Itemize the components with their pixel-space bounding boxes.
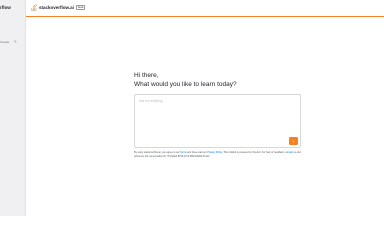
sidebar-brand[interactable]: rflow <box>0 5 11 10</box>
logo[interactable]: stackoverflow.ai beta <box>31 4 86 11</box>
sidebar-item-label: hreads <box>0 40 10 44</box>
logo-text: stackoverflow.ai <box>39 5 74 10</box>
prompt-input[interactable]: Ask me anything ↑ <box>134 94 301 148</box>
contact-us-link[interactable]: contact us <box>285 151 296 154</box>
edit-icon[interactable]: ✎ <box>14 40 17 44</box>
sidebar: rflow hreads ✎ <box>0 0 26 216</box>
greeting-line-2: What would you like to learn today? <box>134 81 237 88</box>
disclaimer-text-3: . This chatbot is powered by OpenAI. For… <box>222 151 286 154</box>
disclaimer-text-2: and have read our <box>186 151 208 154</box>
arrow-up-icon: ↑ <box>292 138 295 144</box>
disclaimer-text-1: By using stackoverflow.ai, you agree to … <box>134 151 181 154</box>
sidebar-item-threads[interactable]: hreads ✎ <box>0 40 25 46</box>
beta-badge: beta <box>75 4 86 11</box>
app-root: rflow hreads ✎ stackoverflow.ai beta Hi … <box>0 0 384 216</box>
stackoverflow-logo-icon <box>31 4 37 11</box>
prompt-placeholder: Ask me anything <box>139 99 163 103</box>
greeting: Hi there, What would you like to learn t… <box>134 71 237 89</box>
disclaimer: By using stackoverflow.ai, you agree to … <box>134 151 301 159</box>
greeting-line-1: Hi there, <box>134 72 159 79</box>
top-bar: stackoverflow.ai beta <box>26 0 384 17</box>
privacy-policy-link[interactable]: Privacy Policy <box>207 151 222 154</box>
send-button[interactable]: ↑ <box>289 137 298 145</box>
